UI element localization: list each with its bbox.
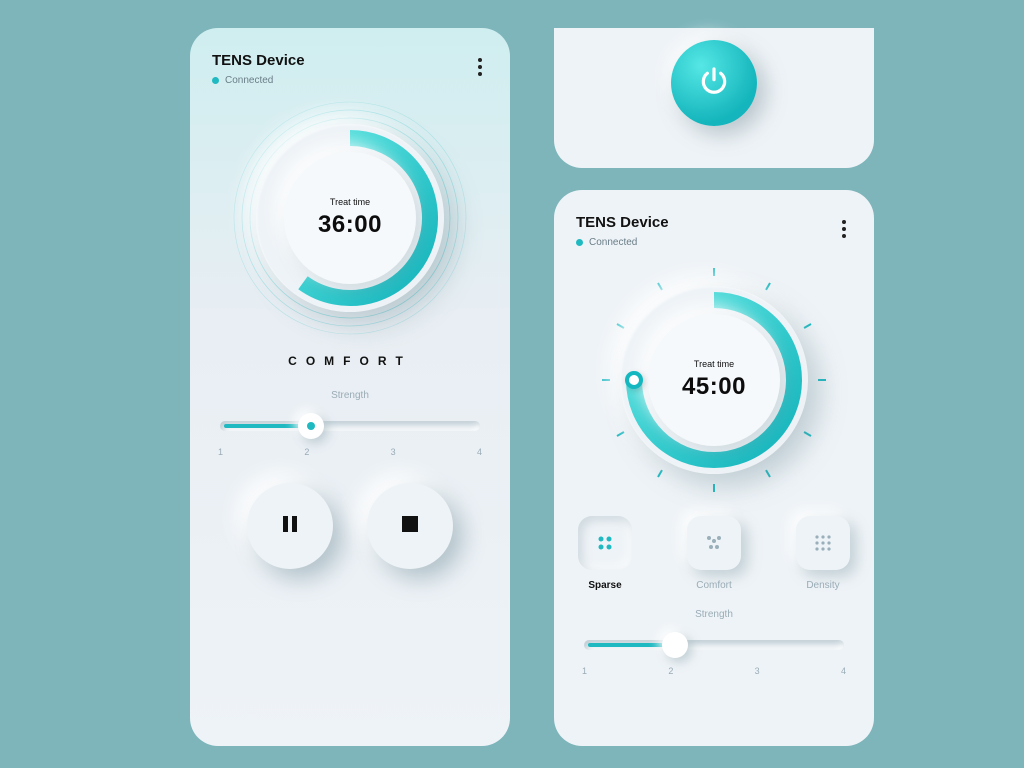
sparse-icon	[593, 531, 617, 555]
stop-button[interactable]	[367, 483, 453, 569]
strength-slider-thumb[interactable]	[298, 413, 324, 439]
device-title: TENS Device	[576, 214, 669, 231]
overflow-menu-button[interactable]	[472, 52, 488, 82]
strength-label: Strength	[576, 609, 852, 620]
mode-chip-comfort[interactable]	[687, 516, 741, 570]
tens-session-screen: TENS Device Connected Treat time 36:00 C…	[190, 28, 510, 746]
strength-scale: 1 2 3 4	[218, 447, 482, 457]
status-dot-icon	[212, 77, 219, 84]
power-card	[554, 28, 874, 168]
strength-slider[interactable]	[584, 634, 844, 656]
treat-time-label: Treat time	[330, 197, 370, 207]
header: TENS Device Connected	[576, 214, 852, 248]
treat-time-label: Treat time	[694, 359, 734, 369]
mode-chip-density[interactable]	[796, 516, 850, 570]
tens-setup-screen: TENS Device Connected Treat time 45:00 S…	[554, 190, 874, 746]
connection-status: Connected	[589, 237, 637, 248]
strength-label: Strength	[212, 390, 488, 401]
current-mode-label: COMFORT	[212, 354, 488, 368]
header: TENS Device Connected	[212, 52, 488, 86]
density-icon	[811, 531, 835, 555]
treat-time-value: 45:00	[682, 373, 746, 401]
strength-scale: 1 2 3 4	[582, 666, 846, 676]
mode-chip-label: Density	[806, 580, 839, 591]
comfort-icon	[702, 531, 726, 555]
stop-icon	[400, 514, 420, 539]
treat-time-value: 36:00	[318, 211, 382, 239]
power-icon	[698, 65, 730, 102]
strength-slider[interactable]	[220, 415, 480, 437]
mode-chips: Sparse Comfort Density	[578, 516, 850, 591]
strength-slider-thumb[interactable]	[662, 632, 688, 658]
status-dot-icon	[576, 239, 583, 246]
overflow-menu-button[interactable]	[836, 214, 852, 244]
treat-time-dial[interactable]: Treat time 45:00	[594, 260, 834, 500]
device-title: TENS Device	[212, 52, 305, 69]
treat-time-dial[interactable]: Treat time 36:00	[230, 98, 470, 338]
pause-button[interactable]	[247, 483, 333, 569]
power-button[interactable]	[671, 40, 757, 126]
mode-chip-label: Comfort	[696, 580, 732, 591]
mode-chip-sparse[interactable]	[578, 516, 632, 570]
connection-status: Connected	[225, 75, 273, 86]
pause-icon	[279, 513, 301, 540]
dial-handle[interactable]	[625, 371, 643, 389]
mode-chip-label: Sparse	[588, 580, 621, 591]
